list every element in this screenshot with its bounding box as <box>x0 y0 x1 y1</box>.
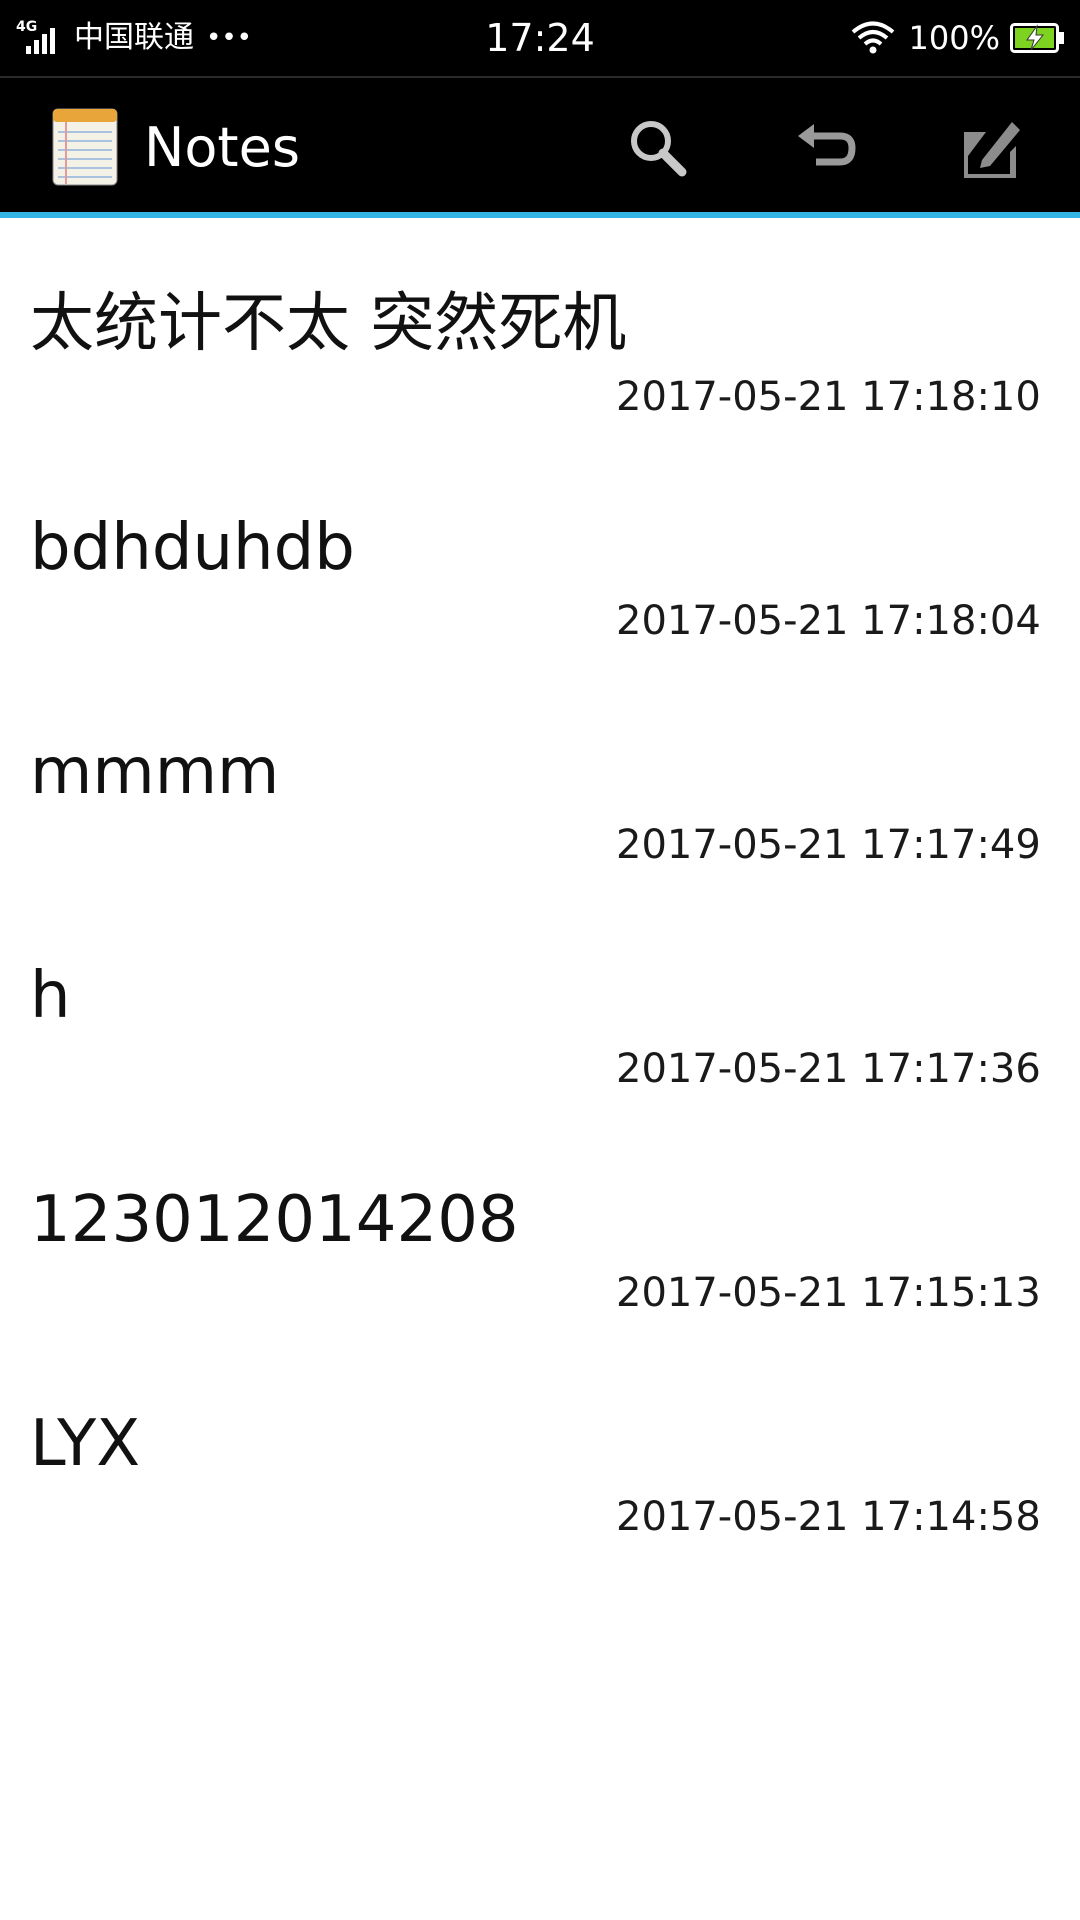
note-title: 123012014208 <box>30 1183 519 1257</box>
note-title: h <box>30 959 71 1033</box>
note-title: LYX <box>30 1407 141 1481</box>
notepad-icon <box>52 108 118 186</box>
note-item[interactable]: h 2017-05-21 17:17:36 <box>0 890 1080 1114</box>
compose-icon <box>964 122 1020 178</box>
note-timestamp: 2017-05-21 17:17:49 <box>616 822 1041 868</box>
note-timestamp: 2017-05-21 17:18:04 <box>616 598 1041 644</box>
search-icon <box>631 121 687 177</box>
note-item[interactable]: mmmm 2017-05-21 17:17:49 <box>0 666 1080 890</box>
compose-button[interactable] <box>952 108 1032 188</box>
search-button[interactable] <box>618 108 698 188</box>
note-list: 太统计不太 突然死机 2017-05-21 17:18:10 bdhduhdb … <box>0 218 1080 1562</box>
note-item[interactable]: 123012014208 2017-05-21 17:15:13 <box>0 1114 1080 1338</box>
note-timestamp: 2017-05-21 17:17:36 <box>616 1046 1041 1092</box>
wifi-icon <box>851 21 894 54</box>
note-title: 太统计不太 突然死机 <box>30 287 627 361</box>
undo-icon <box>798 124 856 166</box>
note-timestamp: 2017-05-21 17:14:58 <box>616 1494 1041 1540</box>
status-right: 100% <box>851 0 1066 76</box>
battery-percent: 100% <box>908 19 1000 57</box>
note-item[interactable]: 太统计不太 突然死机 2017-05-21 17:18:10 <box>0 218 1080 442</box>
action-bar: Notes <box>0 76 1080 216</box>
note-title: mmmm <box>30 735 280 809</box>
note-timestamp: 2017-05-21 17:18:10 <box>616 374 1041 420</box>
note-timestamp: 2017-05-21 17:15:13 <box>616 1270 1041 1316</box>
note-item[interactable]: bdhduhdb 2017-05-21 17:18:04 <box>0 442 1080 666</box>
undo-button[interactable] <box>786 108 866 188</box>
app-title: Notes <box>144 116 300 179</box>
note-title: bdhduhdb <box>30 511 355 585</box>
note-item[interactable]: LYX 2017-05-21 17:14:58 <box>0 1338 1080 1562</box>
status-bar: 4G 中国联通 ••• 17:24 100% <box>0 0 1080 76</box>
battery-charging-icon <box>1010 23 1064 53</box>
